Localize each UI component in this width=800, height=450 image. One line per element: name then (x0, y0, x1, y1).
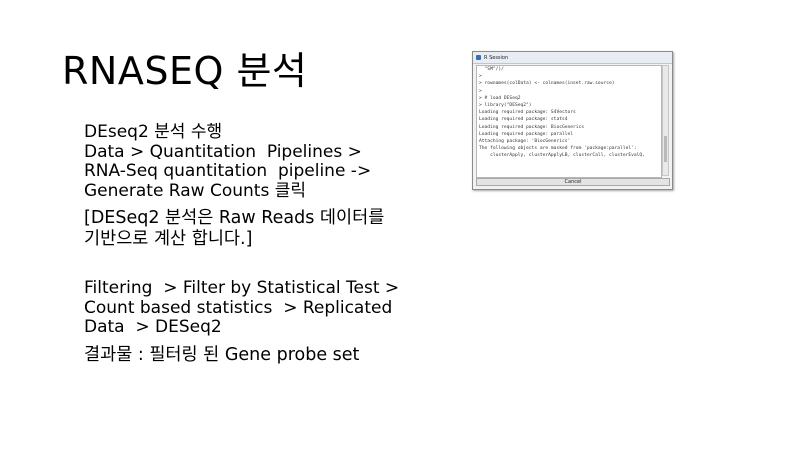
console-line: clusterApply, clusterApplyLB, clusterCal… (479, 153, 645, 159)
console-line: Loading required package: parallel (479, 131, 574, 137)
console-line: Loading required package: BiocGenerics (479, 124, 585, 130)
console-line: > (479, 88, 482, 94)
cancel-button[interactable]: Cancel (476, 178, 670, 186)
deseq2-steps-text: DEseq2 분석 수행 Data > Quantitation Pipelin… (84, 122, 372, 201)
console-line: > # load DESeq2 (479, 95, 521, 101)
console-line: Loading required package: stats4 (479, 117, 568, 123)
r-session-title: R Session (484, 54, 509, 61)
deseq2-note-text: [DESeq2 분석은 Raw Reads 데이터를 기반으로 계산 합니다.] (84, 208, 385, 249)
r-console-output: "SM"/)/ > > rownames(colData) <- colname… (476, 65, 662, 178)
console-line: > (479, 74, 482, 80)
console-line: "SM"/)/ (479, 67, 504, 72)
r-app-icon (476, 55, 481, 60)
console-line: Loading required package: S4Vectors (479, 110, 576, 116)
r-session-titlebar: R Session (473, 52, 672, 64)
scrollbar-thumb[interactable] (664, 136, 667, 162)
console-scrollbar[interactable] (662, 65, 669, 176)
slide-title: RNASEQ 분석 (62, 49, 308, 93)
result-text: 결과물 : 필터링 된 Gene probe set (84, 345, 360, 365)
filtering-steps-text: Filtering > Filter by Statistical Test >… (84, 278, 400, 337)
r-session-window: R Session "SM"/)/ > > rownames(colData) … (472, 51, 673, 190)
console-line: The following objects are masked from 'p… (479, 146, 637, 152)
console-line: > rownames(colData) <- colnames(inset.ra… (479, 81, 615, 87)
console-line: Attaching package: 'BiocGenerics' (479, 139, 571, 145)
console-line: > library("DESeq2") (479, 103, 532, 109)
